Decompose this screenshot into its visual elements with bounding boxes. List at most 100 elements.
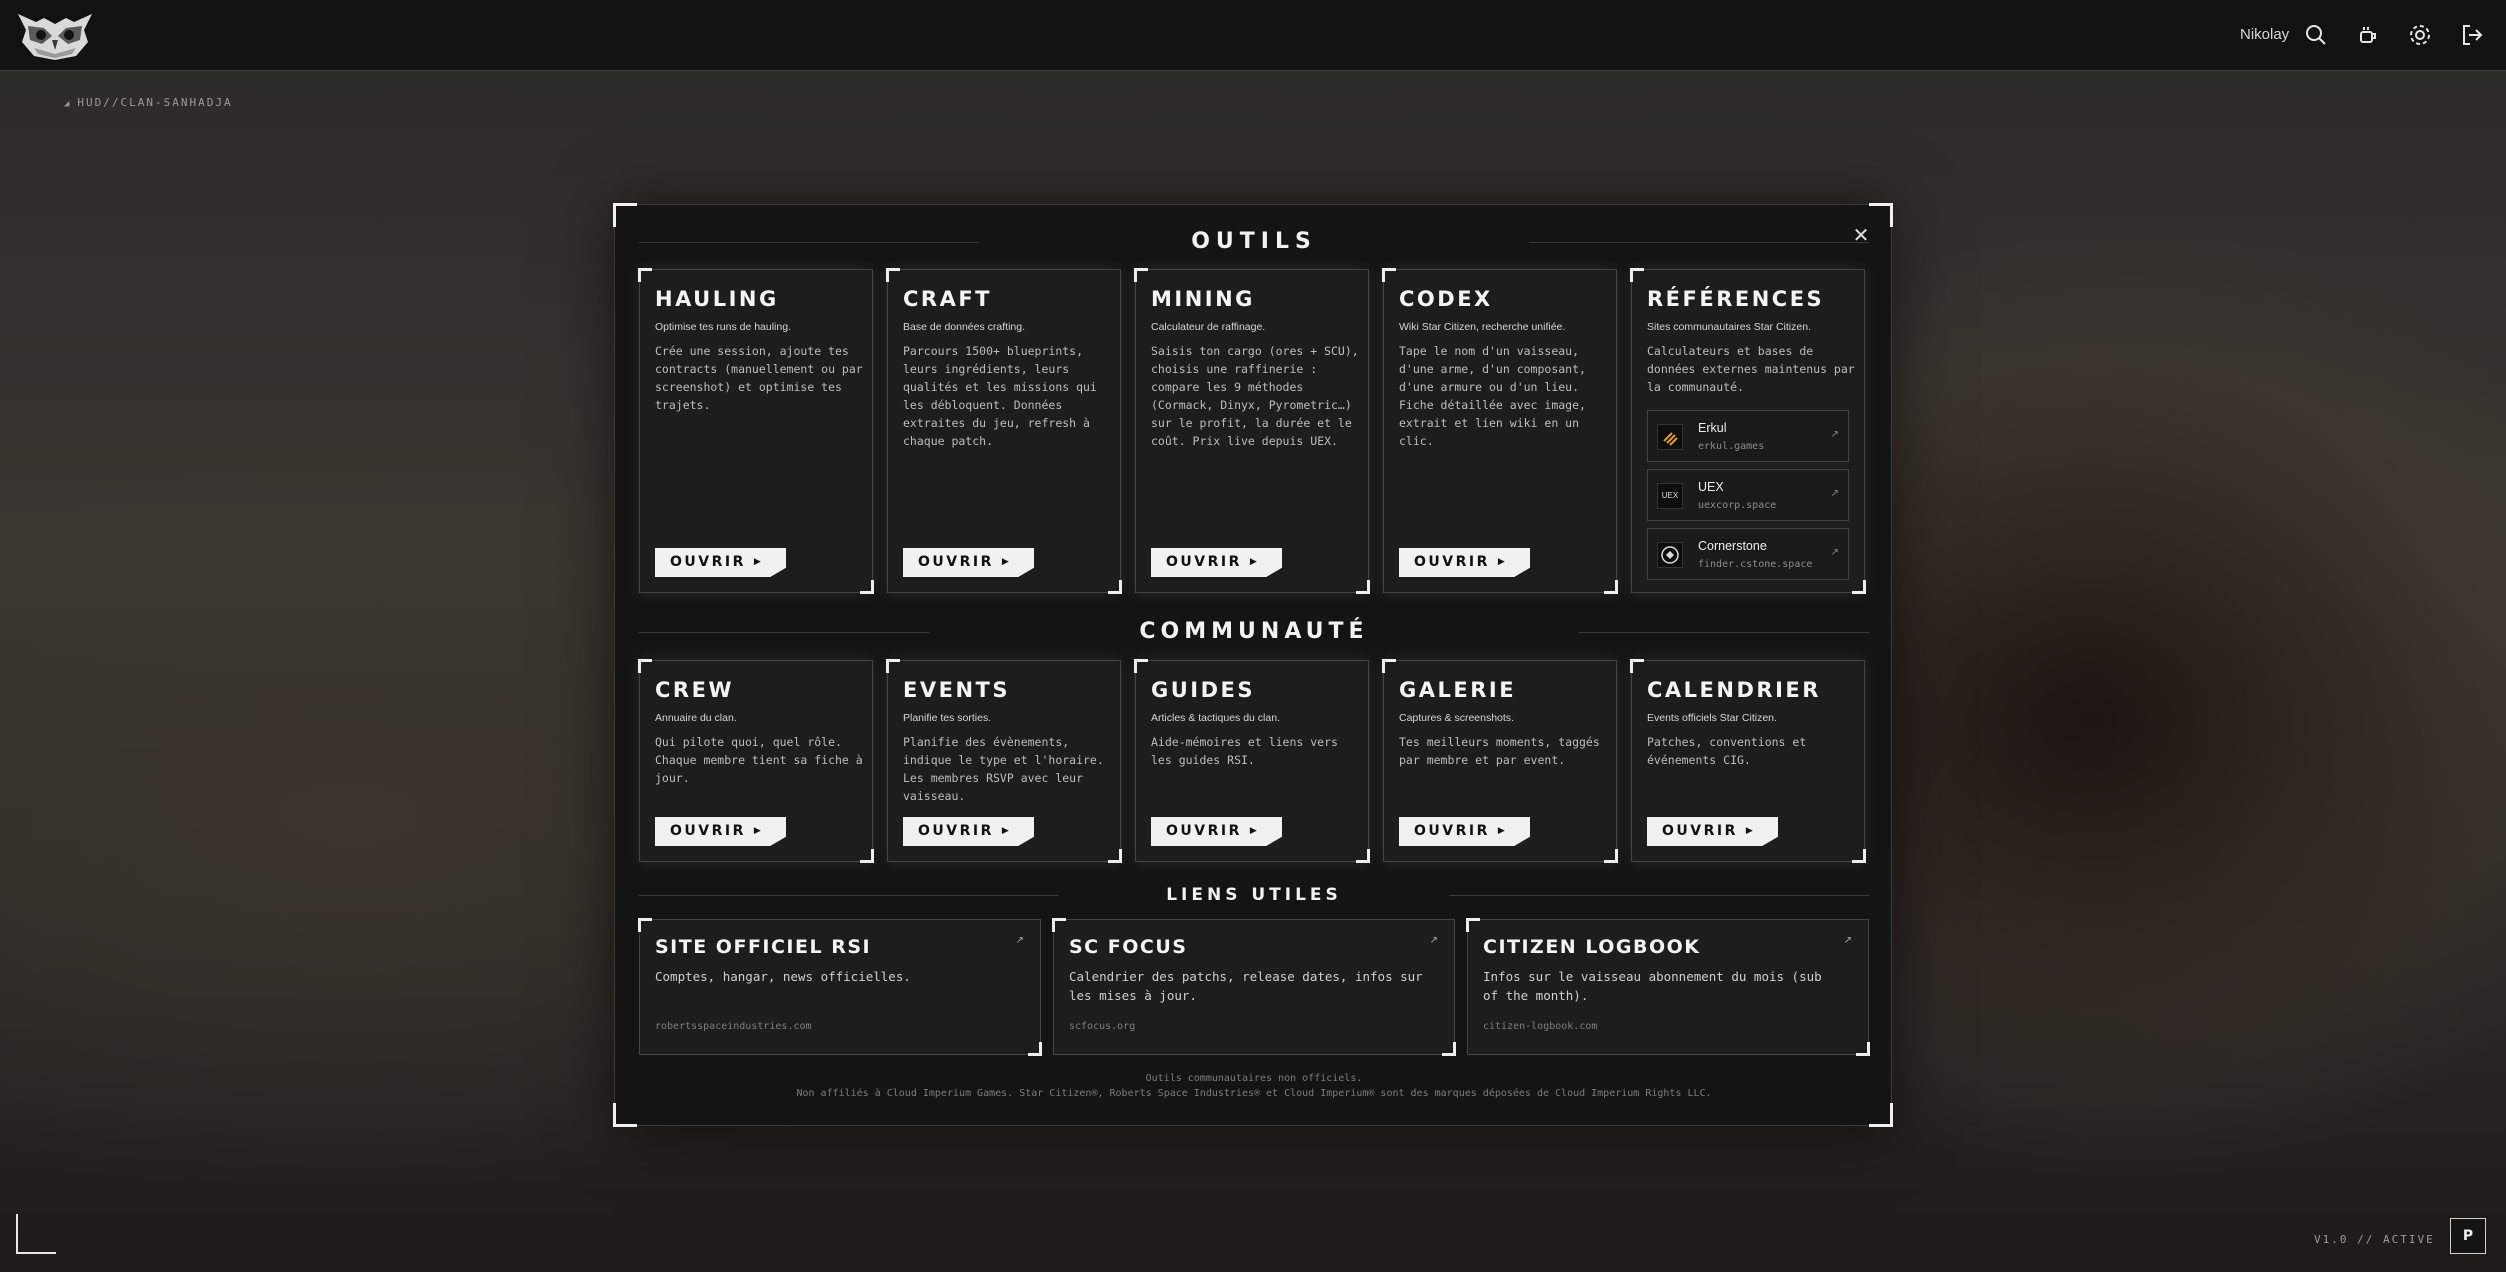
community-card-guides: GUIDES Articles & tactiques du clan. Aid… [1134,659,1370,863]
link-url: scfocus.org [1069,1021,1136,1032]
card-title: MINING [1151,287,1255,311]
play-icon: ▶ [1745,826,1756,836]
modal-corner [613,1103,637,1127]
coffee-icon[interactable] [2355,22,2381,48]
owl-logo-icon[interactable] [14,8,96,62]
tool-card-hauling: HAULING Optimise tes runs de hauling. Cr… [638,268,874,594]
reference-name: Cornerstone [1698,539,1767,553]
modal-corner [1869,1103,1893,1127]
open-crew-button[interactable]: OUVRIR ▶ [655,817,786,846]
link-title: SITE OFFICIEL RSI [655,936,872,958]
external-link-icon: ↗ [1830,547,1839,558]
card-title: CALENDRIER [1647,678,1821,702]
hud-corner-decoration [16,1214,56,1254]
version-status: V1.0 // ACTIVE [2314,1233,2435,1246]
community-card-events: EVENTS Planifie tes sorties. Planifie de… [886,659,1122,863]
play-icon: ▶ [1497,557,1508,567]
card-subtitle: Sites communautaires Star Citizen. [1647,321,1811,333]
tool-card-codex: CODEX Wiki Star Citizen, recherche unifi… [1382,268,1618,594]
breadcrumb: ◢ HUD//CLAN-SANHADJA [64,96,233,109]
flag-button[interactable]: P [2450,1218,2486,1254]
section-title-text: OUTILS [1191,229,1317,254]
breadcrumb-text: HUD//CLAN-SANHADJA [77,96,233,109]
open-codex-button[interactable]: OUVRIR ▶ [1399,548,1530,577]
play-icon: ▶ [1249,826,1260,836]
section-title-text: LIENS UTILES [1166,885,1342,905]
logout-icon[interactable] [2459,22,2485,48]
open-hauling-button[interactable]: OUVRIR ▶ [655,548,786,577]
user-name[interactable]: Nikolay [2240,26,2289,43]
external-link-icon: ↗ [1429,935,1438,946]
search-icon[interactable] [2303,22,2329,48]
card-title: GUIDES [1151,678,1256,702]
card-description: Saisis ton cargo (ores + SCU), choisis u… [1151,344,1359,448]
external-link-icon: ↗ [1843,935,1852,946]
reference-name: UEX [1698,480,1724,494]
play-icon: ▶ [1001,826,1012,836]
reference-url: erkul.games [1698,441,1765,452]
reference-link-uex[interactable]: UEX UEX uexcorp.space ↗ [1647,469,1849,521]
card-description: Tes meilleurs moments, taggés par membre… [1399,735,1600,767]
tool-card-references: RÉFÉRENCES Sites communautaires Star Cit… [1630,268,1866,594]
useful-link-rsi[interactable]: SITE OFFICIEL RSI Comptes, hangar, news … [638,918,1042,1056]
play-icon: ▶ [753,557,764,567]
link-description: Comptes, hangar, news officielles. [655,969,911,984]
cornerstone-logo-icon [1657,542,1683,568]
disclaimer-line: Non affiliés à Cloud Imperium Games. Sta… [796,1088,1712,1099]
open-events-button[interactable]: OUVRIR ▶ [903,817,1034,846]
card-description: Aide-mémoires et liens vers les guides R… [1151,735,1338,767]
card-description: Planifie des évènements, indique le type… [903,735,1104,803]
modal-corner [1869,203,1893,227]
card-subtitle: Articles & tactiques du clan. [1151,712,1280,724]
card-description: Qui pilote quoi, quel rôle. Chaque membr… [655,735,863,785]
external-link-icon: ↗ [1830,429,1839,440]
play-icon: ▶ [1001,557,1012,567]
reference-url: finder.cstone.space [1698,559,1813,570]
community-card-galerie: GALERIE Captures & screenshots. Tes meil… [1382,659,1618,863]
useful-link-logbook[interactable]: CITIZEN LOGBOOK Infos sur le vaisseau ab… [1466,918,1870,1056]
link-description: Calendrier des patchs, release dates, in… [1069,969,1423,1003]
card-title: CODEX [1399,287,1493,311]
open-calendrier-button[interactable]: OUVRIR ▶ [1647,817,1778,846]
disclaimer-line: Outils communautaires non officiels. [1145,1073,1363,1084]
play-icon: ▶ [1249,557,1260,567]
section-title-text: COMMUNAUTÉ [1139,619,1369,644]
card-title: GALERIE [1399,678,1517,702]
card-subtitle: Base de données crafting. [903,321,1026,333]
card-subtitle: Calculateur de raffinage. [1151,321,1266,333]
card-title: CRAFT [903,287,993,311]
card-description: Tape le nom d'un vaisseau, d'une arme, d… [1399,344,1586,448]
open-mining-button[interactable]: OUVRIR ▶ [1151,548,1282,577]
reference-name: Erkul [1698,421,1727,435]
link-url: robertsspaceindustries.com [655,1021,812,1032]
gear-icon[interactable] [2407,22,2433,48]
useful-link-scfocus[interactable]: SC FOCUS Calendrier des patchs, release … [1052,918,1456,1056]
tools-modal: ✕ OUTILS HAULING Optimise tes runs de ha… [613,203,1893,1127]
erkul-logo-icon [1657,424,1683,450]
tool-card-mining: MINING Calculateur de raffinage. Saisis … [1134,268,1370,594]
play-icon: ▶ [1497,826,1508,836]
triangle-icon: ◢ [64,99,72,109]
disclaimer: Outils communautaires non officiels. Non… [615,1071,1893,1101]
link-title: CITIZEN LOGBOOK [1483,936,1701,958]
community-card-calendrier: CALENDRIER Events officiels Star Citizen… [1630,659,1866,863]
open-galerie-button[interactable]: OUVRIR ▶ [1399,817,1530,846]
open-guides-button[interactable]: OUVRIR ▶ [1151,817,1282,846]
card-description: Parcours 1500+ blueprints, leurs ingrédi… [903,344,1097,448]
section-title-tools: OUTILS [615,229,1893,254]
card-title: RÉFÉRENCES [1647,287,1825,311]
reference-link-cornerstone[interactable]: Cornerstone finder.cstone.space ↗ [1647,528,1849,580]
reference-url: uexcorp.space [1698,500,1777,511]
link-title: SC FOCUS [1069,936,1188,958]
card-subtitle: Annuaire du clan. [655,712,737,724]
card-description: Calculateurs et bases de données externe… [1647,344,1855,394]
card-subtitle: Events officiels Star Citizen. [1647,712,1777,724]
card-description: Crée une session, ajoute tes contracts (… [655,344,863,412]
uex-logo-icon: UEX [1657,483,1683,509]
external-link-icon: ↗ [1830,488,1839,499]
reference-link-erkul[interactable]: Erkul erkul.games ↗ [1647,410,1849,462]
card-title: EVENTS [903,678,1010,702]
play-icon: ▶ [753,826,764,836]
section-title-community: COMMUNAUTÉ [615,619,1893,644]
open-craft-button[interactable]: OUVRIR ▶ [903,548,1034,577]
